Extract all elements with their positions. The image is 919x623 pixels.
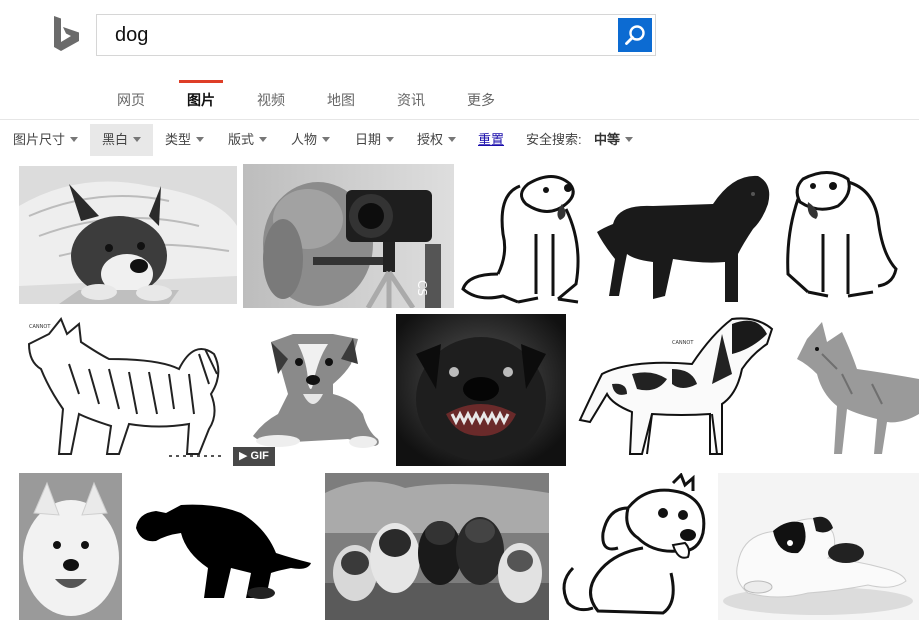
image-thumbnail [325, 473, 549, 620]
result-image-border-collie-gif[interactable]: ▶ GIF [233, 314, 392, 466]
chevron-down-icon [70, 137, 79, 143]
svg-text:CS: CS [415, 280, 429, 296]
chevron-down-icon [386, 137, 395, 143]
search-icon [625, 25, 645, 45]
image-thumbnail [233, 314, 392, 466]
filter-type[interactable]: 类型 [165, 124, 205, 156]
chevron-down-icon [259, 137, 268, 143]
svg-text:CANNOT: CANNOT [29, 324, 51, 330]
result-image-silhouette[interactable] [126, 473, 321, 620]
result-image-samoyed-portrait[interactable] [19, 473, 122, 620]
result-image-husky-blanket[interactable] [19, 166, 237, 304]
filter-people-label: 人物 [291, 132, 318, 147]
filter-license[interactable]: 授权 [417, 124, 457, 156]
image-thumbnail [458, 164, 589, 308]
filter-license-label: 授权 [417, 132, 444, 147]
result-image-puppies-log[interactable] [325, 473, 549, 620]
image-thumbnail: CS [243, 164, 454, 308]
result-image-puppy-line-drawing-2[interactable] [778, 164, 906, 308]
active-tab-indicator [179, 80, 223, 83]
safesearch-dropdown[interactable]: 中等 [594, 124, 634, 156]
image-thumbnail [718, 473, 919, 620]
result-image-springer-spaniel[interactable]: CANNOT [572, 314, 778, 466]
result-image-cartoon-dog[interactable] [553, 473, 713, 620]
result-image-rottweiler[interactable] [396, 314, 566, 466]
tab-maps[interactable]: 地图 [327, 90, 355, 110]
tab-news[interactable]: 资讯 [397, 90, 425, 110]
image-thumbnail [19, 473, 122, 620]
tab-videos[interactable]: 视频 [257, 90, 285, 110]
image-thumbnail: CANNOT [19, 314, 227, 466]
filter-layout-label: 版式 [228, 132, 255, 147]
filter-size[interactable]: 图片尺寸 [13, 124, 79, 156]
result-image-puppy-line-drawing[interactable] [458, 164, 589, 308]
chevron-down-icon [625, 137, 634, 143]
image-thumbnail [593, 164, 774, 308]
result-image-dingo-drawing[interactable] [782, 314, 919, 466]
filter-type-label: 类型 [165, 132, 192, 147]
image-thumbnail: CANNOT [572, 314, 778, 466]
image-thumbnail [396, 314, 566, 466]
gif-badge: ▶ GIF [233, 447, 275, 466]
image-thumbnail [553, 473, 713, 620]
result-image-samoyed-sketch[interactable]: CANNOT [19, 314, 227, 466]
filter-date-label: 日期 [355, 132, 382, 147]
tab-more[interactable]: 更多 [467, 90, 495, 110]
image-thumbnail [19, 166, 237, 304]
search-box [96, 14, 656, 56]
bing-logo[interactable] [52, 16, 80, 52]
result-image-black-mastiff[interactable] [593, 164, 774, 308]
image-thumbnail [126, 473, 321, 620]
filter-size-label: 图片尺寸 [13, 132, 66, 147]
filter-date[interactable]: 日期 [355, 124, 395, 156]
filter-people[interactable]: 人物 [291, 124, 331, 156]
chevron-down-icon [133, 137, 142, 143]
search-input[interactable] [97, 15, 613, 55]
safesearch-value: 中等 [594, 132, 621, 147]
filter-layout[interactable]: 版式 [228, 124, 268, 156]
svg-text:CANNOT: CANNOT [672, 340, 694, 346]
filter-bar: 图片尺寸 黑白 类型 版式 人物 日期 授权 重置 安全搜索: 中等 [0, 124, 919, 156]
chevron-down-icon [448, 137, 457, 143]
tab-images[interactable]: 图片 [187, 90, 215, 110]
search-button[interactable] [618, 18, 652, 52]
gif-badge-label: GIF [250, 450, 269, 462]
image-thumbnail [782, 314, 919, 466]
reset-filters-link[interactable]: 重置 [478, 124, 504, 156]
result-image-puppy-lying[interactable] [718, 473, 919, 620]
image-thumbnail [778, 164, 906, 308]
scope-tabs: 网页 图片 视频 地图 资讯 更多 [0, 80, 919, 120]
tab-web[interactable]: 网页 [117, 90, 145, 110]
chevron-down-icon [322, 137, 331, 143]
bing-logo-icon [54, 16, 79, 51]
filter-color-label: 黑白 [102, 132, 129, 147]
safesearch-label: 安全搜索: [526, 132, 582, 147]
filter-color[interactable]: 黑白 [90, 124, 154, 156]
result-image-retriever-camera[interactable]: CS [243, 164, 454, 308]
chevron-down-icon [196, 137, 205, 143]
